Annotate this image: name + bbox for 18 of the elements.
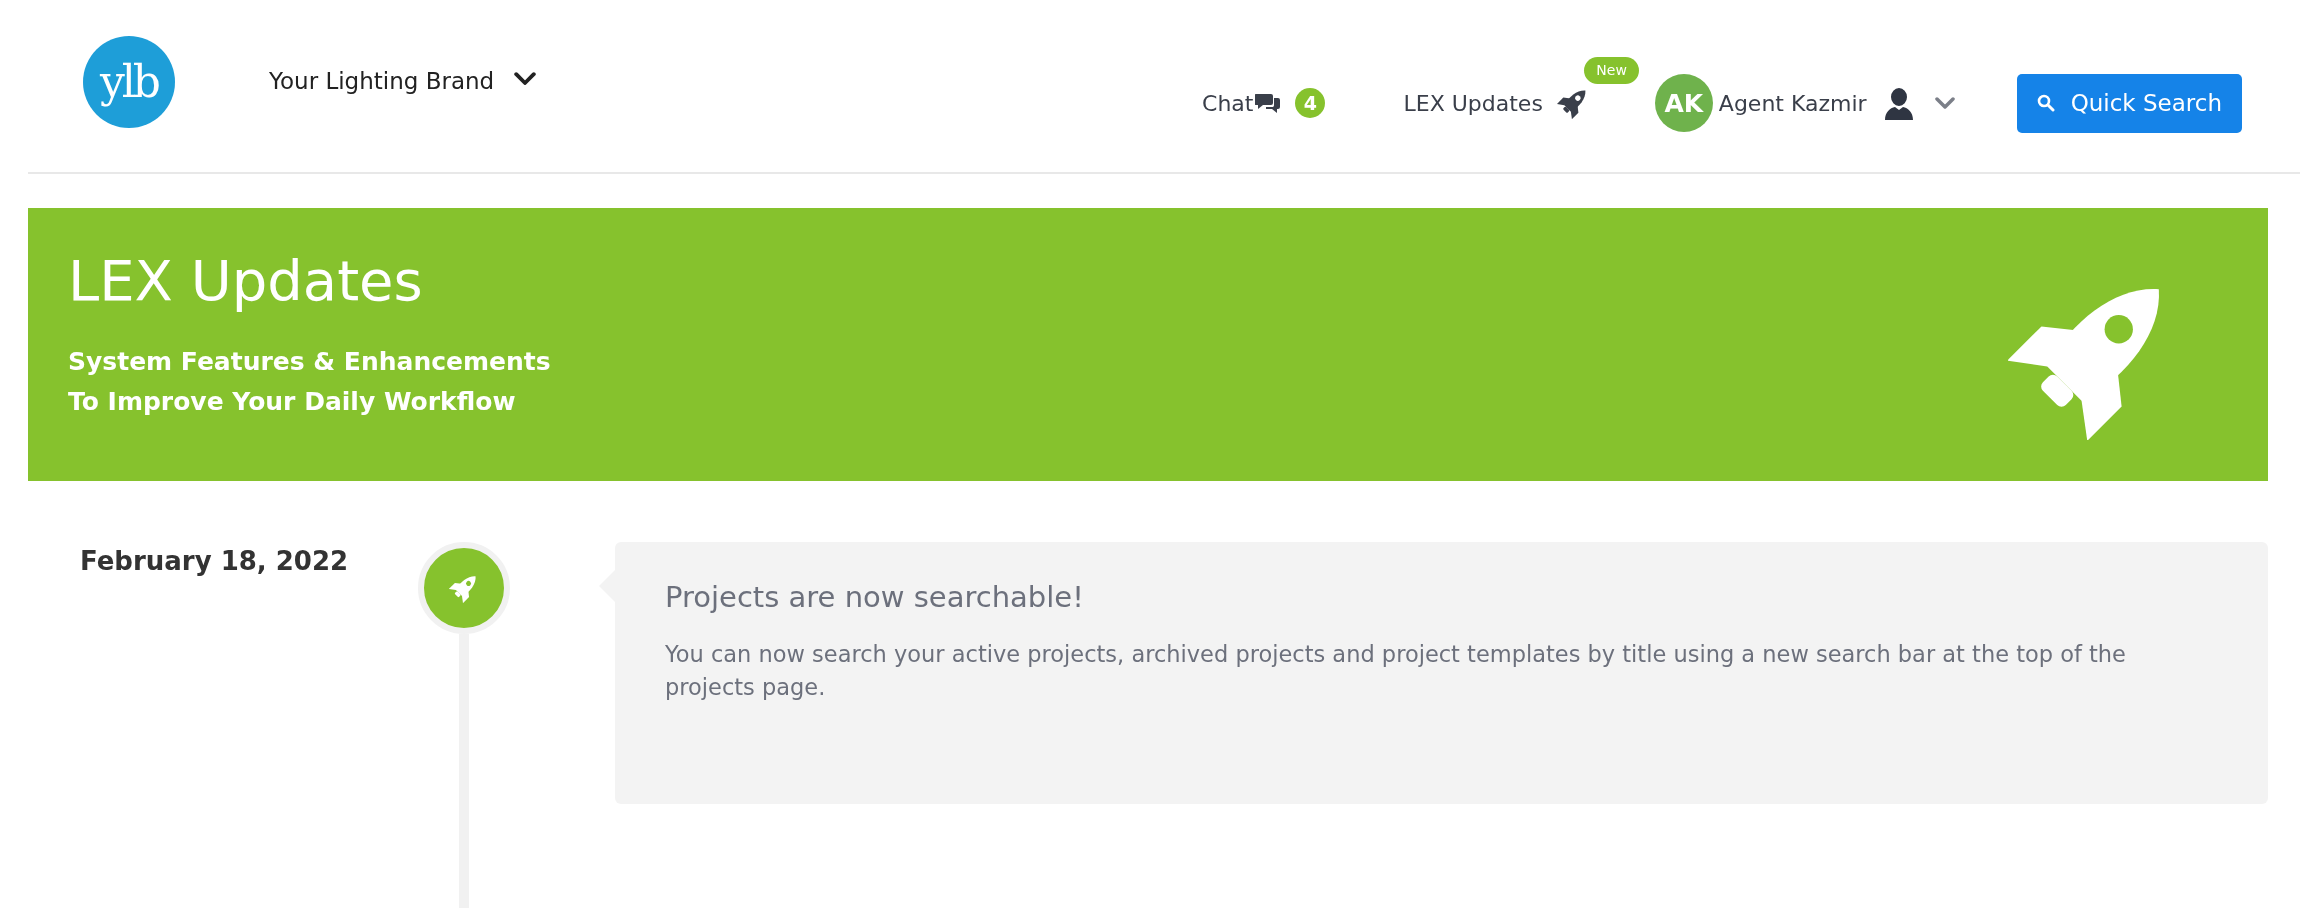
search-icon	[2036, 94, 2055, 113]
entry-date: February 18, 2022	[79, 545, 350, 578]
rocket-icon	[449, 573, 479, 603]
chevron-down-icon[interactable]	[514, 72, 537, 86]
quick-search-button[interactable]: Quick Search	[2016, 74, 2242, 133]
chat-icon	[1255, 92, 1282, 115]
new-badge: New	[1584, 56, 1639, 84]
banner-subtitle: To Improve Your Daily Workflow	[68, 385, 517, 418]
banner-title: LEX Updates	[68, 250, 424, 312]
updates-link[interactable]: LEX Updates	[1403, 86, 1543, 120]
brand-selector[interactable]: Your Lighting Brand	[269, 64, 495, 99]
chat-link[interactable]: Chat	[1202, 86, 1254, 120]
banner-subtitle: System Features & Enhancements	[68, 345, 551, 378]
update-text: You can now search your active projects, archived projects and project templates by title using a new search bar at the top of the projects page.	[665, 639, 2127, 703]
person-icon	[1882, 86, 1915, 121]
count-badge: 4	[1295, 88, 1326, 119]
user-name[interactable]: Agent Kazmir	[1718, 86, 1867, 120]
update-title: Projects are now searchable!	[665, 579, 1085, 616]
